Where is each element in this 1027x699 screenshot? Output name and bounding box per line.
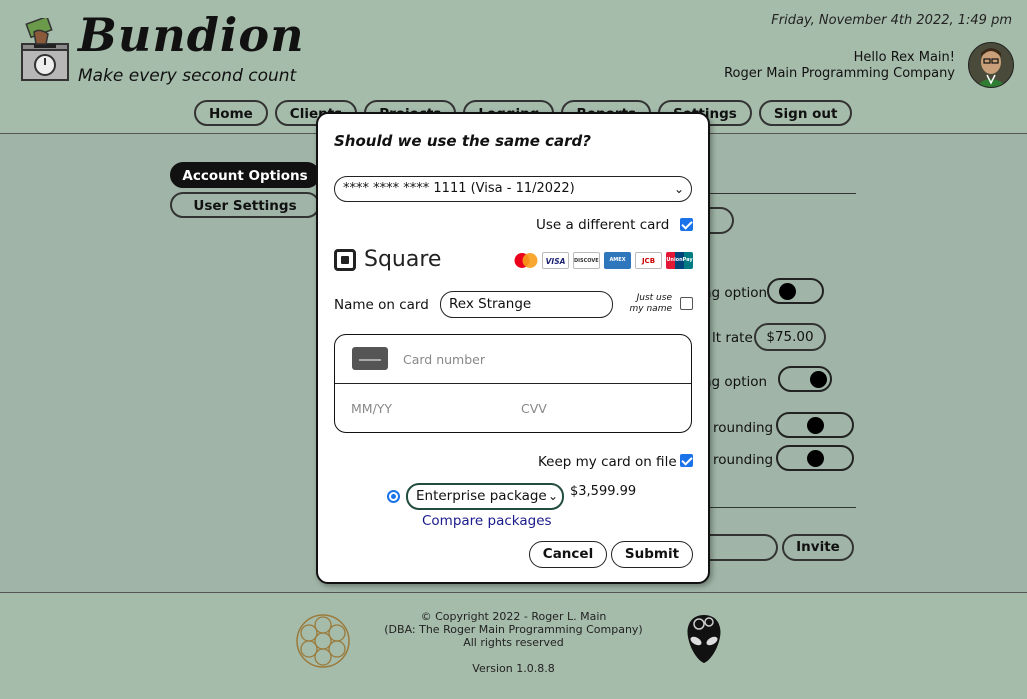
credit-card-icon	[352, 347, 388, 370]
saved-card-select[interactable]: **** **** **** 1111 (Visa - 11/2022) ⌄	[334, 176, 692, 202]
toggle-knob	[779, 283, 796, 300]
toggle-knob	[807, 450, 824, 467]
just-use-line-1: Just use	[636, 293, 672, 303]
package-select[interactable]: Enterprise package ⌄	[406, 483, 564, 510]
footer-rights: All rights reserved	[463, 636, 564, 649]
amex-icon: AMEX	[604, 252, 631, 269]
name-on-card-label: Name on card	[334, 297, 429, 313]
billing-option-label-2: ng option	[703, 374, 768, 390]
keep-card-label: Keep my card on file	[538, 454, 677, 470]
toggle-knob	[807, 417, 824, 434]
just-use-my-name-checkbox[interactable]	[680, 297, 693, 310]
just-use-line-2: my name	[629, 304, 672, 314]
package-select-value: Enterprise package	[416, 488, 547, 504]
card-form-divider	[335, 383, 691, 384]
cvv-input[interactable]: CVV	[521, 401, 547, 416]
ballot-box-logo-icon	[20, 15, 72, 82]
footer-version: Version 1.0.8.8	[472, 662, 555, 675]
current-datetime: Friday, November 4th 2022, 1:49 pm	[771, 13, 1012, 28]
brand-name: Bundion	[78, 8, 305, 62]
card-entry-form: Card number MM/YY CVV	[334, 334, 692, 433]
chevron-down-icon: ⌄	[547, 489, 558, 503]
alien-gears-icon	[684, 611, 724, 667]
visa-icon: VISA	[542, 252, 569, 269]
submit-button[interactable]: Submit	[611, 541, 693, 568]
rate-input[interactable]: $75.00	[754, 323, 826, 351]
sidebar-item-account-options[interactable]: Account Options	[170, 162, 320, 188]
company-name: Roger Main Programming Company	[724, 66, 955, 81]
keep-card-checkbox[interactable]	[680, 454, 693, 467]
user-greeting: Hello Rex Main!	[853, 50, 955, 65]
expiry-input[interactable]: MM/YY	[351, 401, 392, 416]
compare-packages-link[interactable]: Compare packages	[422, 513, 552, 529]
toggle-knob	[810, 371, 827, 388]
billing-option-label: ng option	[703, 285, 768, 301]
package-radio[interactable]	[387, 490, 400, 503]
use-different-card-checkbox[interactable]	[680, 218, 693, 231]
billing-option-toggle[interactable]	[767, 278, 824, 304]
card-number-input[interactable]: Card number	[403, 352, 485, 367]
unionpay-icon: UnionPay	[666, 252, 693, 269]
section-divider-2	[700, 507, 856, 508]
discover-icon: DISCOVER	[573, 252, 600, 269]
invite-email-input[interactable]	[700, 534, 778, 561]
avatar[interactable]	[968, 42, 1014, 88]
payment-modal: Should we use the same card? **** **** *…	[316, 112, 710, 584]
invite-button[interactable]: Invite	[782, 534, 854, 561]
footer-dba: (DBA: The Roger Main Programming Company…	[384, 623, 643, 636]
just-use-my-name-label: Just use my name	[616, 293, 672, 315]
nav-sign-out[interactable]: Sign out	[758, 100, 853, 126]
page-footer: © Copyright 2022 - Roger L. Main (DBA: T…	[0, 592, 1027, 699]
nav-home[interactable]: Home	[194, 100, 268, 126]
rounding-toggle-2[interactable]	[776, 445, 854, 471]
use-different-card-label: Use a different card	[536, 217, 670, 233]
footer-copyright: © Copyright 2022 - Roger L. Main	[420, 610, 607, 623]
rounding-label-2: rounding	[713, 452, 774, 468]
rounding-label-1: rounding	[713, 420, 774, 436]
payment-provider-name: Square	[364, 247, 442, 272]
jcb-icon: JCB	[635, 252, 662, 269]
billing-option-toggle-2[interactable]	[778, 366, 832, 392]
card-brand-icons: VISA DISCOVER AMEX JCB UnionPay	[511, 252, 693, 269]
cancel-button[interactable]: Cancel	[529, 541, 607, 568]
section-divider	[700, 193, 856, 194]
mastercard-icon	[511, 252, 538, 269]
package-price: $3,599.99	[570, 484, 637, 499]
modal-title: Should we use the same card?	[334, 132, 591, 150]
brand-tagline: Make every second count	[78, 66, 297, 86]
name-on-card-input[interactable]: Rex Strange	[440, 291, 613, 318]
square-logo: Square	[334, 247, 441, 272]
saved-card-value: **** **** **** 1111 (Visa - 11/2022)	[343, 181, 575, 196]
square-mark-icon	[334, 248, 356, 271]
rounding-toggle-1[interactable]	[776, 412, 854, 438]
chevron-down-icon: ⌄	[673, 182, 684, 196]
sidebar-item-user-settings[interactable]: User Settings	[170, 192, 320, 218]
rate-label: lt rate	[712, 330, 753, 346]
